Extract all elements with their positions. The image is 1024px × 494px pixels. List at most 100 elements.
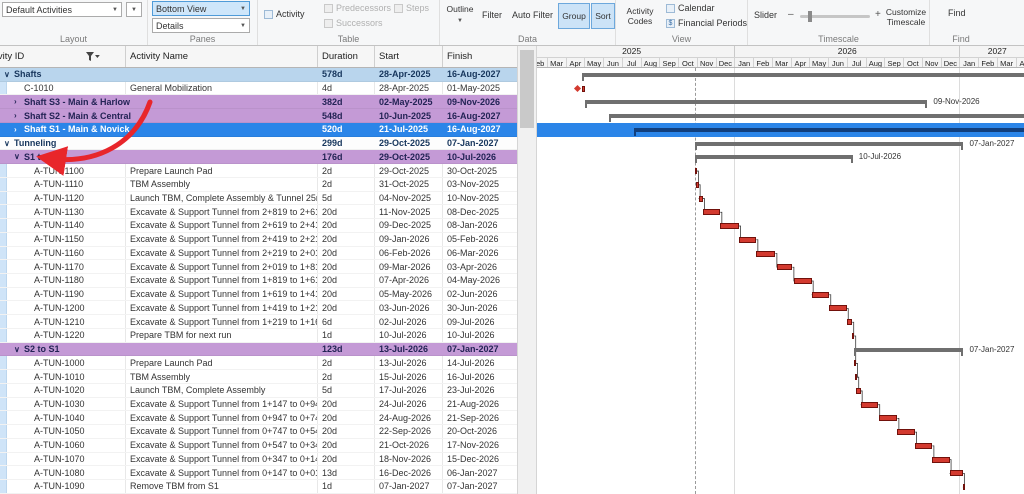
activity-bar[interactable]	[695, 168, 697, 174]
table-row[interactable]: ∨Shafts578d28-Apr-202516-Aug-2027	[0, 68, 517, 82]
calendar-button[interactable]: Calendar	[666, 3, 715, 13]
chevron-right-icon[interactable]: ›	[14, 97, 24, 106]
activity-bar[interactable]	[855, 374, 857, 380]
table-row[interactable]: A-TUN-1080Excavate & Support Tunnel from…	[0, 466, 517, 480]
table-row[interactable]: A-TUN-1050Excavate & Support Tunnel from…	[0, 425, 517, 439]
summary-bar[interactable]	[609, 114, 1024, 118]
activity-bar[interactable]	[852, 333, 854, 339]
table-row[interactable]: ›Shaft S1 - Main & Novick520d21-Jul-2025…	[0, 123, 517, 137]
column-header-start[interactable]: Start	[375, 46, 443, 67]
timescale-slider[interactable]	[800, 15, 870, 18]
table-row[interactable]: A-TUN-1180Excavate & Support Tunnel from…	[0, 274, 517, 288]
table-row[interactable]: A-TUN-1030Excavate & Support Tunnel from…	[0, 398, 517, 412]
table-row[interactable]: A-TUN-1160Excavate & Support Tunnel from…	[0, 247, 517, 261]
summary-bar[interactable]	[695, 155, 853, 159]
table-row[interactable]: A-TUN-1170Excavate & Support Tunnel from…	[0, 260, 517, 274]
activity-bar[interactable]	[699, 196, 703, 202]
activity-bar[interactable]	[950, 470, 963, 476]
group-toggle-button[interactable]: Group	[558, 3, 590, 29]
table-row[interactable]: A-TUN-1130Excavate & Support Tunnel from…	[0, 205, 517, 219]
sort-toggle-button[interactable]: Sort	[591, 3, 615, 29]
zoom-in-icon[interactable]: +	[875, 9, 881, 20]
summary-bar[interactable]	[585, 100, 928, 104]
chevron-right-icon[interactable]: ›	[14, 125, 24, 134]
summary-bar[interactable]	[634, 128, 1024, 132]
activity-bar[interactable]	[879, 415, 897, 421]
table-row[interactable]: A-TUN-1150Excavate & Support Tunnel from…	[0, 233, 517, 247]
activity-bar[interactable]	[696, 182, 698, 188]
scrollbar-thumb[interactable]	[520, 50, 534, 128]
table-row[interactable]: ›Shaft S3 - Main & Harlow382d02-May-2025…	[0, 95, 517, 109]
activity-bar[interactable]	[854, 360, 856, 366]
activity-bar[interactable]	[856, 388, 860, 394]
steps-button[interactable]: Steps	[394, 3, 429, 13]
activity-bar[interactable]	[829, 305, 847, 311]
filter-button[interactable]: Filter	[482, 10, 502, 20]
activity-bar[interactable]	[861, 402, 879, 408]
activity-bar[interactable]	[915, 443, 932, 449]
activity-bar[interactable]	[847, 319, 852, 325]
table-row[interactable]: A-TUN-1010TBM Assembly2d15-Jul-202616-Ju…	[0, 370, 517, 384]
chevron-down-icon[interactable]: ∨	[4, 139, 14, 148]
activity-bar[interactable]	[703, 209, 720, 215]
table-row[interactable]: ›Shaft S2 - Main & Central548d10-Jun-202…	[0, 109, 517, 123]
details-combo[interactable]: Details ▼	[152, 18, 250, 33]
bottom-view-combo[interactable]: Bottom View ▼	[152, 1, 250, 16]
table-row[interactable]: A-TUN-1110TBM Assembly2d31-Oct-202503-No…	[0, 178, 517, 192]
auto-filter-button[interactable]: Auto Filter	[512, 10, 553, 20]
successors-button[interactable]: Successors	[324, 18, 383, 28]
table-row[interactable]: ∨S1 to S2176d29-Oct-202510-Jul-2026	[0, 150, 517, 164]
table-row[interactable]: A-TUN-1090Remove TBM from S11d07-Jan-202…	[0, 480, 517, 494]
activity-table-button[interactable]: Activity	[264, 9, 305, 19]
table-row[interactable]: A-TUN-1200Excavate & Support Tunnel from…	[0, 301, 517, 315]
chevron-right-icon[interactable]: ›	[14, 111, 24, 120]
table-row[interactable]: ∨S2 to S1123d13-Jul-202607-Jan-2027	[0, 343, 517, 357]
activity-bar[interactable]	[897, 429, 915, 435]
filter-funnel-icon[interactable]	[86, 52, 100, 64]
table-row[interactable]: A-TUN-1060Excavate & Support Tunnel from…	[0, 439, 517, 453]
table-row[interactable]: A-TUN-1070Excavate & Support Tunnel from…	[0, 453, 517, 467]
activity-bar[interactable]	[963, 484, 965, 490]
table-row[interactable]: A-TUN-1020Launch TBM, Complete Assembly5…	[0, 384, 517, 398]
activity-bar[interactable]	[720, 223, 739, 229]
summary-bar[interactable]	[582, 73, 1024, 77]
timescale-slider-thumb[interactable]	[808, 11, 812, 22]
summary-bar[interactable]	[854, 348, 963, 352]
activity-bar[interactable]	[739, 237, 756, 243]
activity-codes-button[interactable]: Activity Codes	[618, 6, 662, 26]
table-row[interactable]: ∨Tunneling299d29-Oct-202507-Jan-2027	[0, 137, 517, 151]
zoom-out-icon[interactable]: –	[788, 9, 794, 20]
gantt-timescale-header[interactable]: 2025FebMarAprMayJunJulAugSepOctNovDec202…	[537, 46, 1024, 68]
layout-dropdown-button[interactable]: ▼	[126, 2, 142, 17]
layout-combo[interactable]: Default Activities ▼	[2, 2, 122, 17]
table-row[interactable]: A-TUN-1190Excavate & Support Tunnel from…	[0, 288, 517, 302]
chevron-down-icon[interactable]: ∨	[14, 345, 24, 354]
table-row[interactable]: A-TUN-1140Excavate & Support Tunnel from…	[0, 219, 517, 233]
column-header-finish[interactable]: Finish	[443, 46, 517, 67]
vertical-scrollbar[interactable]	[517, 46, 537, 494]
column-header-activity-name[interactable]: Activity Name	[126, 46, 318, 67]
table-row[interactable]: A-TUN-1210Excavate & Support Tunnel from…	[0, 315, 517, 329]
activity-bar[interactable]	[756, 251, 775, 257]
chevron-down-icon[interactable]: ∨	[14, 152, 24, 161]
customize-timescale-button[interactable]: Customize Timescale	[884, 7, 928, 27]
predecessors-button[interactable]: Predecessors	[324, 3, 391, 13]
summary-bar[interactable]	[695, 142, 964, 146]
column-header-duration[interactable]: Duration	[318, 46, 375, 67]
outline-button[interactable]: Outline ▼	[442, 4, 478, 26]
table-row[interactable]: A-TUN-1220Prepare TBM for next run1d10-J…	[0, 329, 517, 343]
table-row[interactable]: C-1010General Mobilization4d28-Apr-20250…	[0, 82, 517, 96]
activity-bar[interactable]	[932, 457, 949, 463]
financial-periods-button[interactable]: $ Financial Periods	[666, 18, 747, 28]
chevron-down-icon[interactable]: ∨	[4, 70, 14, 79]
gantt-body[interactable]: 09-Nov-202607-Jan-202710-Jul-202607-Jan-…	[537, 68, 1024, 494]
table-row[interactable]: A-TUN-1040Excavate & Support Tunnel from…	[0, 411, 517, 425]
activity-bar[interactable]	[812, 292, 830, 298]
column-header-activity-id[interactable]: Activity ID	[0, 46, 126, 67]
find-button[interactable]: Find	[948, 8, 966, 18]
table-row[interactable]: A-TUN-1000Prepare Launch Pad2d13-Jul-202…	[0, 356, 517, 370]
table-row[interactable]: A-TUN-1120Launch TBM, Complete Assembly …	[0, 192, 517, 206]
table-row[interactable]: A-TUN-1100Prepare Launch Pad2d29-Oct-202…	[0, 164, 517, 178]
activity-bar[interactable]	[777, 264, 793, 270]
activity-bar[interactable]	[794, 278, 811, 284]
